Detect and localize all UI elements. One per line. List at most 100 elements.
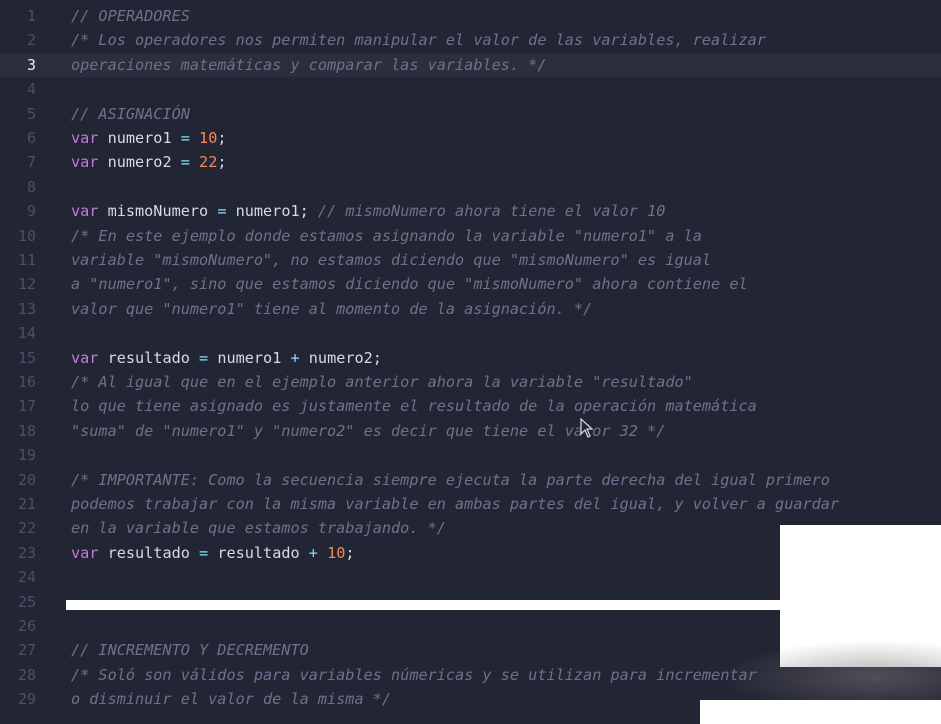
code-token-id: resultado <box>98 348 200 367</box>
line-number: 12 <box>17 275 36 294</box>
code-token-kw: var <box>71 348 99 367</box>
code-text: var resultado = numero1 + numero2; <box>71 346 382 370</box>
code-line[interactable]: 7 var numero2 = 22; <box>0 150 941 174</box>
code-line[interactable]: 2 /* Los operadores nos permiten manipula… <box>0 28 941 52</box>
code-line[interactable]: 16 /* Al igual que en el ejemplo anterior… <box>0 370 941 394</box>
line-number: 8 <box>26 177 36 196</box>
code-token-comment: operaciones matemáticas y comparar las v… <box>71 55 547 74</box>
code-text: var resultado = resultado + 10; <box>71 541 355 565</box>
line-number: 17 <box>17 397 36 416</box>
line-number: 22 <box>17 519 36 538</box>
code-token-comment: // mismoNumero ahora tiene el valor 10 <box>317 202 666 221</box>
line-number: 5 <box>26 104 36 123</box>
code-token-id: numero2 <box>98 153 181 172</box>
line-number: 19 <box>17 446 36 465</box>
line-number: 11 <box>17 251 36 269</box>
code-text: variable "mismoNumero", no estamos dicie… <box>71 248 711 272</box>
code-token-comment: // OPERADORES <box>71 7 190 25</box>
code-token-op: = <box>199 543 209 562</box>
code-token-punct: ; <box>217 153 227 172</box>
code-text: podemos trabajar con la misma variable e… <box>71 492 839 516</box>
overlay-white-bottom <box>700 700 941 724</box>
code-token-comment: /* Al igual que en el ejemplo anterior a… <box>71 373 693 391</box>
code-line[interactable]: 9 var mismoNumero = numero1; // mismoNume… <box>0 199 941 223</box>
code-token-op: + <box>308 543 318 562</box>
code-text: "suma" de "numero1" y "numero2" es decir… <box>71 419 665 443</box>
line-number: 20 <box>17 470 36 489</box>
line-number: 4 <box>26 80 36 99</box>
code-line[interactable]: 6 var numero1 = 10; <box>0 126 941 150</box>
line-number: 7 <box>26 153 36 172</box>
code-line[interactable]: 18 "suma" de "numero1" y "numero2" es dec… <box>0 419 941 443</box>
code-line[interactable]: 13 valor que "numero1" tiene al momento d… <box>0 297 941 321</box>
code-line[interactable]: 11 variable "mismoNumero", no estamos dic… <box>0 248 941 272</box>
code-line[interactable]: 8 <box>0 175 941 199</box>
code-token-comment: o disminuir el valor de la misma */ <box>71 690 392 709</box>
code-token-comment: /* IMPORTANTE: Como la secuencia siempre… <box>71 470 830 489</box>
code-token-comment: en la variable que estamos trabajando. *… <box>71 519 446 538</box>
code-token-id: resultado <box>98 543 200 562</box>
code-token-comment: // INCREMENTO Y DECREMENTO <box>71 641 309 660</box>
code-text: operaciones matemáticas y comparar las v… <box>71 53 546 77</box>
code-token-comment: variable "mismoNumero", no estamos dicie… <box>71 251 712 269</box>
line-number: 24 <box>17 568 36 587</box>
code-token-id: numero1 <box>208 348 291 367</box>
code-token-comment: podemos trabajar con la misma variable e… <box>71 495 840 513</box>
code-line[interactable]: 19 <box>0 443 941 467</box>
code-text: /* Al igual que en el ejemplo anterior a… <box>71 370 693 394</box>
code-line[interactable]: 12 a "numero1", sino que estamos diciendo… <box>0 272 941 296</box>
line-number: 3 <box>26 55 36 74</box>
code-line[interactable]: 5 // ASIGNACIÓN <box>0 102 941 126</box>
line-number: 9 <box>26 202 36 221</box>
code-text: var numero1 = 10; <box>71 126 227 150</box>
code-token-kw: var <box>71 543 99 562</box>
code-line[interactable]: 1 // OPERADORES <box>0 4 941 28</box>
code-text: o disminuir el valor de la misma */ <box>71 687 391 711</box>
code-token-id <box>190 129 199 147</box>
code-line[interactable]: 15 var resultado = numero1 + numero2; <box>0 346 941 370</box>
line-number: 1 <box>26 7 36 25</box>
line-number: 13 <box>17 299 36 318</box>
code-text: var numero2 = 22; <box>71 150 227 174</box>
line-number: 15 <box>17 348 36 367</box>
code-token-id: mismoNumero <box>98 202 218 221</box>
video-glare <box>720 640 941 702</box>
code-line[interactable]: 4 <box>0 77 941 101</box>
mouse-pointer-icon <box>580 418 594 438</box>
code-token-comment: // ASIGNACIÓN <box>71 104 190 123</box>
code-token-comment: valor que "numero1" tiene al momento de … <box>71 299 593 318</box>
code-token-op: = <box>180 153 190 172</box>
code-token-kw: var <box>71 202 99 221</box>
code-line[interactable]: 3 operaciones matemáticas y comparar las … <box>0 52 941 78</box>
line-number: 27 <box>17 641 36 660</box>
code-token-comment: /* Los operadores nos permiten manipular… <box>71 31 766 50</box>
code-text: // ASIGNACIÓN <box>71 102 190 126</box>
code-line[interactable]: 10 /* En este ejemplo donde estamos asign… <box>0 224 941 248</box>
code-token-id <box>190 153 199 171</box>
code-line[interactable]: 21 podemos trabajar con la misma variable… <box>0 492 941 516</box>
line-number: 2 <box>26 31 36 50</box>
line-number: 23 <box>17 543 36 562</box>
code-line[interactable]: 20 /* IMPORTANTE: Como la secuencia siemp… <box>0 468 941 492</box>
line-number: 14 <box>17 324 36 343</box>
code-text: // OPERADORES <box>71 4 190 28</box>
line-number: 29 <box>17 690 36 709</box>
code-token-op: + <box>290 348 300 367</box>
code-text: /* En este ejemplo donde estamos asignan… <box>71 224 702 248</box>
line-number: 28 <box>17 665 36 684</box>
code-token-id: numero1; <box>226 202 318 221</box>
code-token-op: = <box>180 129 190 147</box>
code-token-op: = <box>199 348 209 367</box>
code-line[interactable]: 17 lo que tiene asignado es justamente el… <box>0 394 941 418</box>
line-number: 16 <box>17 373 36 391</box>
code-text: en la variable que estamos trabajando. *… <box>71 516 446 540</box>
code-token-id: numero1 <box>98 129 181 147</box>
code-line[interactable]: 14 <box>0 321 941 345</box>
code-text: a "numero1", sino que estamos diciendo q… <box>71 272 748 296</box>
code-token-comment: a "numero1", sino que estamos diciendo q… <box>71 275 748 294</box>
code-token-comment: "suma" de "numero1" y "numero2" es decir… <box>71 421 666 440</box>
code-token-num: 10 <box>199 129 218 147</box>
line-number: 21 <box>17 495 36 513</box>
code-token-num: 10 <box>327 543 346 562</box>
line-number: 10 <box>17 226 36 245</box>
